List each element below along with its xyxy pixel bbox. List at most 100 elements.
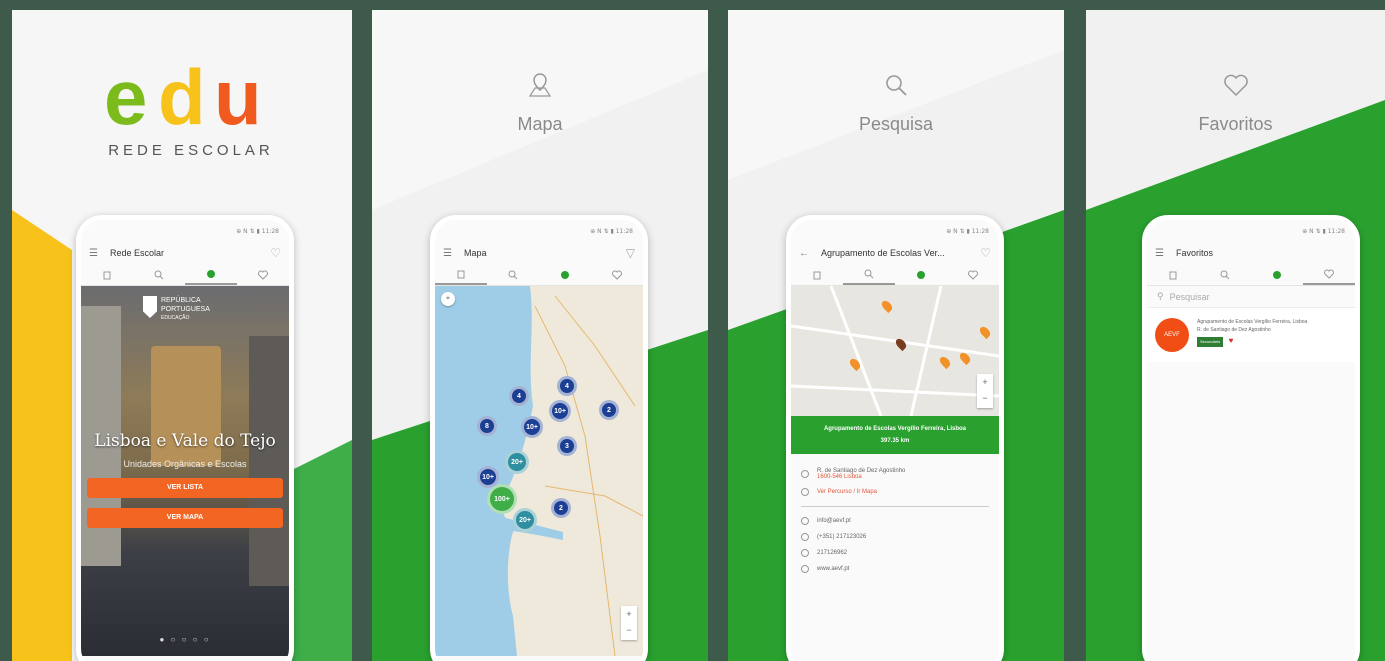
tab-search[interactable]: [1199, 264, 1251, 285]
map-cluster-marker[interactable]: 10+: [521, 416, 543, 438]
promo-panel-home: e d u REDE ESCOLAR ⊕ N ⇅ ▮ 11:28 ☰ Rede …: [12, 10, 352, 661]
edu-logo-icon: [207, 269, 215, 278]
status-bar: ⊕ N ⇅ ▮ 11:28: [946, 228, 989, 235]
menu-icon[interactable]: ☰: [443, 248, 452, 259]
school-header: Agrupamento de Escolas Vergílio Ferreira…: [791, 416, 999, 454]
menu-icon[interactable]: ☰: [1155, 248, 1164, 259]
phone-row[interactable]: (+351) 217123026: [801, 533, 989, 541]
level-badge: Secundário: [1197, 337, 1224, 347]
shield-icon: [143, 296, 157, 318]
zoom-control[interactable]: + −: [621, 606, 637, 640]
tab-schools[interactable]: [1147, 264, 1199, 285]
tab-home[interactable]: [185, 264, 237, 285]
school-info: R. de Santiago de Dez Agostinho 1600-546 …: [791, 454, 999, 587]
website-row[interactable]: www.aevf.pt: [801, 565, 989, 573]
status-bar: ⊕ N ⇅ ▮ 11:28: [236, 228, 279, 235]
tab-home[interactable]: [895, 264, 947, 285]
mail-icon: [801, 517, 809, 525]
map-cluster-marker[interactable]: 3: [557, 436, 577, 456]
detail-map[interactable]: + −: [791, 286, 999, 416]
directions-row[interactable]: Ver Percurso / Ir Mapa: [801, 488, 989, 496]
school-avatar: AEVF: [1155, 318, 1189, 352]
directions-link[interactable]: Ver Percurso / Ir Mapa: [817, 489, 877, 495]
zoom-control[interactable]: + −: [977, 374, 993, 408]
tab-search[interactable]: [133, 264, 185, 285]
map-pin-icon: [528, 73, 552, 97]
status-bar: ⊕ N ⇅ ▮ 11:28: [1302, 228, 1345, 235]
map-cluster-marker[interactable]: 2: [551, 498, 571, 518]
tab-schools[interactable]: [81, 264, 133, 285]
search-placeholder: Pesquisar: [1169, 291, 1210, 302]
map-streets: [791, 286, 999, 416]
tab-search[interactable]: [487, 264, 539, 285]
app-bar: ← Agrupamento de Escolas Ver... ♡: [791, 242, 999, 264]
filter-icon[interactable]: ▽: [626, 246, 635, 260]
building-icon: [813, 271, 821, 279]
map-cluster-marker[interactable]: 10+: [549, 400, 571, 422]
map-view[interactable]: ⌖ 4 4 10+ 10+ 8 3 2 20+ 10+ 100+ 20+ 2 + −: [435, 286, 643, 656]
locate-button[interactable]: ⌖: [441, 292, 455, 306]
hero-image: REPÚBLICA PORTUGUESA EDUCAÇÃO Lisboa e V…: [81, 286, 289, 656]
tab-home[interactable]: [1251, 264, 1303, 285]
school-distance: 397.35 km: [880, 438, 910, 444]
promo-panel-search: Pesquisa ⊕ N ⇅ ▮ 11:28 ← Agrupamento de …: [728, 10, 1064, 661]
tab-favorites[interactable]: [591, 264, 643, 285]
gov-label-2: PORTUGUESA: [161, 306, 210, 313]
caption-favorites: Favoritos: [1198, 114, 1273, 134]
tab-favorites[interactable]: [237, 264, 289, 285]
navigation-icon: [801, 488, 809, 496]
region-title: Lisboa e Vale do Tejo: [94, 431, 276, 451]
building-icon: [103, 271, 111, 279]
map-cluster-marker[interactable]: 2: [599, 400, 619, 420]
promo-panel-map: Mapa ⊕ N ⇅ ▮ 11:28 ☰ Mapa ▽ ⌖ 4 4 10+ 10…: [372, 10, 708, 661]
tab-search[interactable]: [843, 264, 895, 285]
tab-schools[interactable]: [791, 264, 843, 285]
view-list-button[interactable]: VER LISTA: [87, 478, 283, 498]
favorite-name: Agrupamento de Escolas Vergílio Ferreira…: [1197, 319, 1308, 325]
app-bar: ☰ Mapa ▽: [435, 242, 643, 264]
map-cluster-marker[interactable]: 20+: [513, 508, 537, 532]
tab-favorites[interactable]: [1303, 264, 1355, 285]
map-base: [435, 286, 643, 656]
region-subtitle: Unidades Orgânicas e Escolas: [123, 459, 247, 469]
edu-logo-icon: [1273, 270, 1281, 279]
email-text: info@aevf.pt: [817, 518, 851, 524]
email-row[interactable]: info@aevf.pt: [801, 517, 989, 525]
heart-outline-icon[interactable]: ♡: [270, 246, 281, 260]
postal-text: 1600-546 Lisboa: [817, 474, 862, 480]
phone-text: (+351) 217123026: [817, 534, 867, 540]
heart-icon: [1223, 74, 1248, 97]
app-title: Mapa: [463, 248, 487, 258]
menu-icon[interactable]: ☰: [89, 248, 98, 259]
tab-schools[interactable]: [435, 264, 487, 285]
edu-logo: e d u: [104, 53, 262, 141]
phone-frame-map: ⊕ N ⇅ ▮ 11:28 ☰ Mapa ▽ ⌖ 4 4 10+ 10+ 8 3…: [430, 215, 648, 661]
gov-label-3: EDUCAÇÃO: [161, 315, 190, 321]
app-title: Agrupamento de Escolas Ver...: [821, 248, 945, 258]
heart-outline-icon[interactable]: ♡: [980, 246, 991, 260]
edu-logo-icon: [561, 270, 569, 279]
search-icon: [1220, 270, 1230, 279]
edu-logo-icon: [917, 270, 925, 279]
school-title: Agrupamento de Escolas Vergílio Ferreira…: [823, 426, 967, 432]
map-cluster-marker[interactable]: 8: [477, 416, 497, 436]
app-title: Favoritos: [1175, 248, 1213, 258]
search-icon: [508, 270, 518, 279]
favorite-address: R. de Santiago de Dez Agostinho: [1197, 327, 1271, 333]
map-cluster-marker[interactable]: 20+: [505, 450, 529, 474]
search-icon: [154, 270, 164, 279]
favorite-list-item[interactable]: AEVF Agrupamento de Escolas Vergílio Fer…: [1147, 308, 1355, 362]
map-cluster-marker[interactable]: 4: [557, 376, 577, 396]
government-logo: REPÚBLICA PORTUGUESA EDUCAÇÃO: [143, 296, 210, 323]
heart-filled-icon[interactable]: ♥: [1229, 336, 1234, 345]
divider: [801, 506, 989, 507]
app-bar: ☰ Rede Escolar ♡: [81, 242, 289, 264]
tab-home[interactable]: [539, 264, 591, 285]
favorites-search-field[interactable]: ⚲ Pesquisar: [1147, 286, 1355, 308]
view-map-button[interactable]: VER MAPA: [87, 508, 283, 528]
back-arrow-icon[interactable]: ←: [799, 248, 809, 259]
map-cluster-marker[interactable]: 100+: [487, 484, 517, 514]
gov-label-1: REPÚBLICA: [161, 297, 201, 304]
tab-favorites[interactable]: [947, 264, 999, 285]
map-cluster-marker[interactable]: 4: [509, 386, 529, 406]
